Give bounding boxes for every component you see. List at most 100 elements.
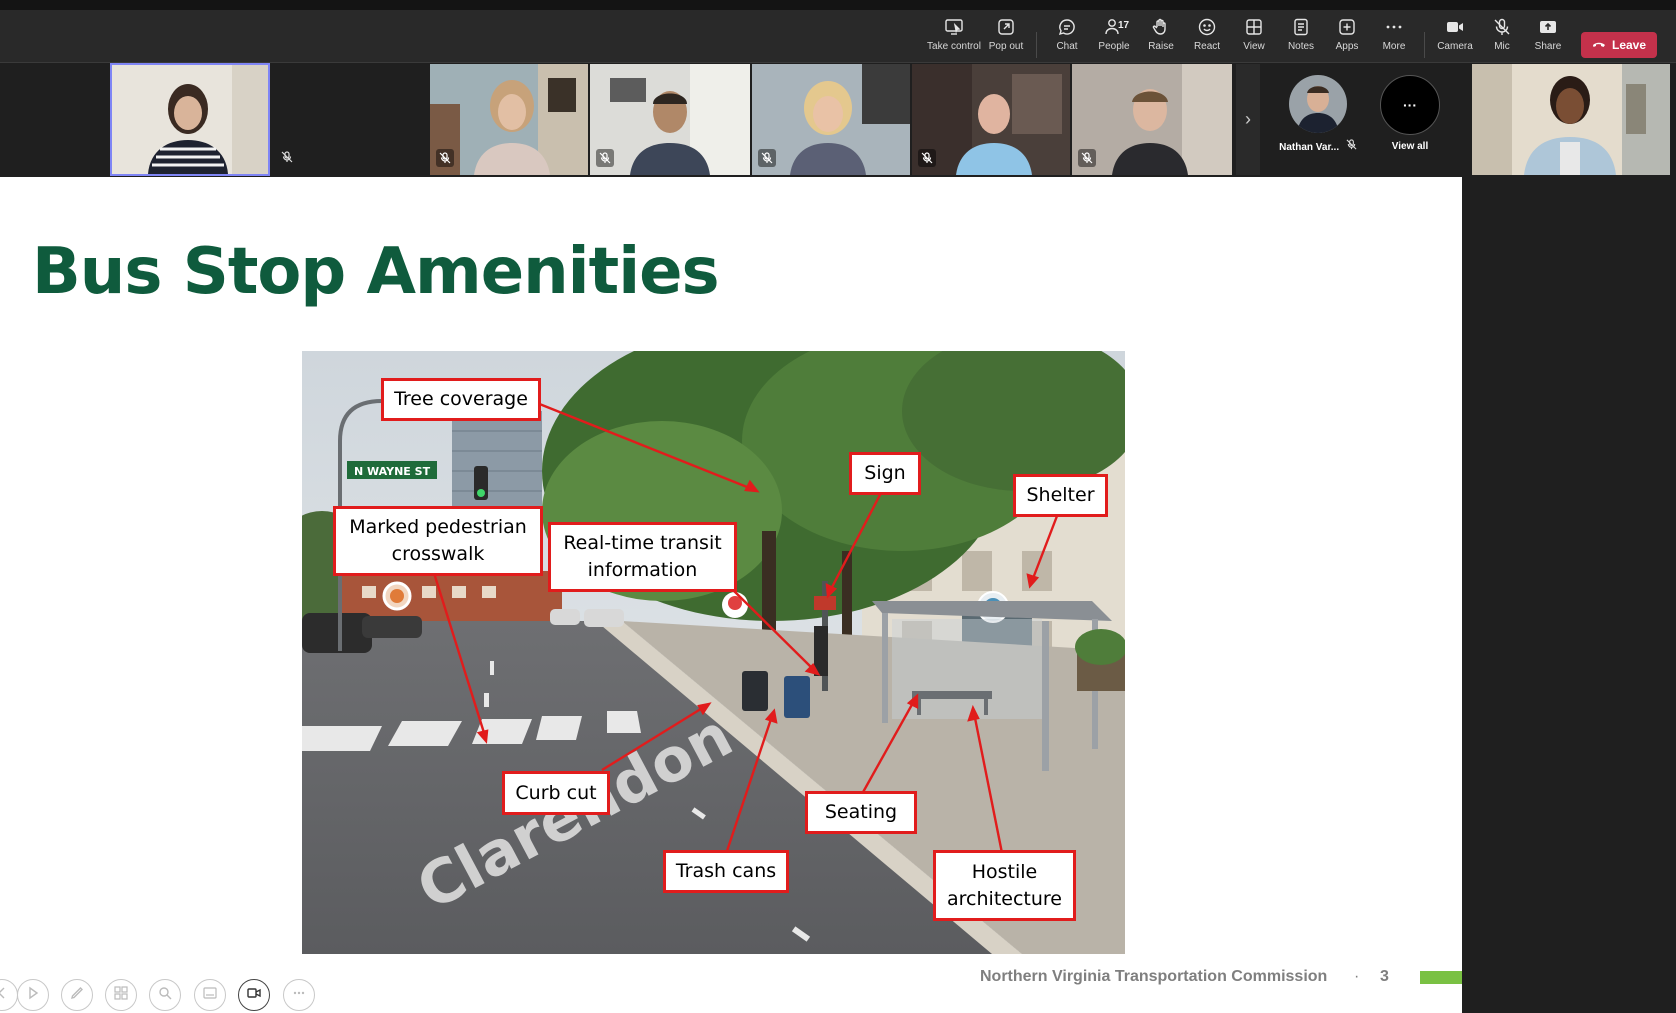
apps-icon (1336, 16, 1358, 38)
play-icon (25, 985, 41, 1006)
pop-out-icon (995, 16, 1017, 38)
mic-off-icon (596, 149, 614, 167)
more-button[interactable]: More (1369, 16, 1419, 60)
people-button[interactable]: 17 People (1089, 16, 1139, 60)
callout-text: Seating (824, 801, 898, 823)
view-all-label: View all (1391, 141, 1429, 152)
pen-icon (69, 985, 85, 1006)
magnifier-icon (157, 985, 173, 1006)
mic-button[interactable]: Mic (1477, 16, 1527, 60)
camera-icon (1444, 16, 1466, 38)
view-icon (1243, 16, 1265, 38)
callout-text: Sign (864, 462, 906, 484)
share-button[interactable]: Share (1523, 16, 1573, 60)
callout-crosswalk: Marked pedestrian crosswalk (333, 506, 543, 576)
chat-label: Chat (1056, 41, 1078, 52)
react-button[interactable]: React (1182, 16, 1232, 60)
previous-slide-button[interactable] (0, 979, 18, 1011)
camera-label: Camera (1437, 41, 1473, 52)
callout-sign: Sign (849, 452, 921, 495)
participant-tile[interactable] (1072, 64, 1232, 175)
view-label: View (1243, 41, 1265, 52)
camera-button[interactable]: Camera (1430, 16, 1480, 60)
view-button[interactable]: View (1229, 16, 1279, 60)
video-camera-icon (246, 985, 262, 1006)
more-glyph: ··· (1403, 97, 1417, 113)
notes-label: Notes (1287, 41, 1315, 52)
participant-tile[interactable] (912, 64, 1070, 175)
more-options-button[interactable] (283, 979, 315, 1011)
callout-text: information (587, 559, 698, 581)
chat-button[interactable]: Chat (1042, 16, 1092, 60)
camera-toggle-button[interactable] (238, 979, 270, 1011)
participant-tile[interactable] (752, 64, 910, 175)
callout-text: Tree coverage (394, 388, 528, 410)
right-dark-pane (1462, 177, 1676, 1013)
apps-button[interactable]: Apps (1322, 16, 1372, 60)
leave-button[interactable]: Leave (1581, 32, 1657, 58)
participant-video (112, 65, 268, 174)
toolbar-divider (1424, 32, 1425, 58)
street-sign-text: N WAYNE ST (354, 465, 431, 478)
participant-video (590, 64, 750, 175)
mic-off-icon (436, 149, 454, 167)
more-participants-icon: ··· (1380, 75, 1440, 135)
participant-tile[interactable] (430, 64, 588, 175)
see-all-slides-button[interactable] (105, 979, 137, 1011)
take-control-icon (943, 16, 965, 38)
people-count: 17 (1118, 20, 1130, 31)
presenter-tile[interactable] (1472, 64, 1670, 175)
next-slide-button[interactable] (17, 979, 49, 1011)
toolbar-divider (1036, 32, 1037, 58)
pen-tool-button[interactable] (61, 979, 93, 1011)
participant-tile-nathan[interactable]: Nathan Var... (1278, 75, 1358, 153)
pop-out-label: Pop out (988, 41, 1024, 52)
bus-stop-photo: Clarendon N WAYNE ST (302, 351, 1125, 954)
slides-grid-icon (113, 985, 129, 1006)
callout-text: Real-time transit (563, 532, 722, 554)
participant-video (1472, 64, 1670, 175)
more-horizontal-icon (291, 985, 307, 1006)
raise-hand-button[interactable]: Raise (1136, 16, 1186, 60)
callout-curb-cut: Curb cut (502, 771, 610, 815)
callout-text: Shelter (1026, 484, 1095, 506)
back-arrow-icon (0, 985, 10, 1006)
chat-icon (1056, 16, 1078, 38)
mic-label: Mic (1494, 41, 1510, 52)
mic-off-icon (918, 149, 936, 167)
callout-text: Hostile (971, 860, 1038, 883)
subtitles-button[interactable] (194, 979, 226, 1011)
subtitles-icon (202, 985, 218, 1006)
raise-hand-icon (1150, 16, 1172, 38)
share-label: Share (1534, 41, 1562, 52)
pop-out-button[interactable]: Pop out (981, 16, 1031, 60)
apps-label: Apps (1335, 41, 1359, 52)
callout-realtime-info: Real-time transit information (548, 522, 737, 592)
meeting-toolbar: Take control Pop out Chat 17 People Rais… (0, 10, 1676, 63)
callout-seating: Seating (805, 791, 917, 834)
slide-footer-org: Northern Virginia Transportation Commiss… (980, 968, 1328, 985)
take-control-button[interactable]: Take control (927, 16, 981, 60)
participant-gallery: › Nathan Var... ··· View all (0, 63, 1676, 176)
leave-label: Leave (1611, 38, 1647, 52)
mic-off-icon (1491, 16, 1513, 38)
callout-trash-cans: Trash cans (663, 850, 789, 893)
take-control-label: Take control (927, 41, 981, 52)
mic-off-icon (758, 149, 776, 167)
view-all-button[interactable]: ··· View all (1370, 75, 1450, 152)
slide-footer-separator: · (1354, 968, 1360, 985)
notes-icon (1290, 16, 1312, 38)
gallery-next-button[interactable]: › (1236, 64, 1260, 175)
window-top-strip (0, 0, 1676, 10)
callout-hostile-architecture: Hostile architecture (933, 850, 1076, 921)
zoom-button[interactable] (149, 979, 181, 1011)
more-label: More (1382, 41, 1406, 52)
notes-button[interactable]: Notes (1276, 16, 1326, 60)
callout-tree-coverage: Tree coverage (381, 378, 541, 421)
participant-tile[interactable] (590, 64, 750, 175)
participant-video (1072, 64, 1232, 175)
callout-text: architecture (947, 887, 1062, 910)
callout-text: crosswalk (391, 543, 485, 565)
participant-tile-self[interactable] (110, 63, 270, 176)
callout-text: Marked pedestrian (349, 516, 527, 538)
